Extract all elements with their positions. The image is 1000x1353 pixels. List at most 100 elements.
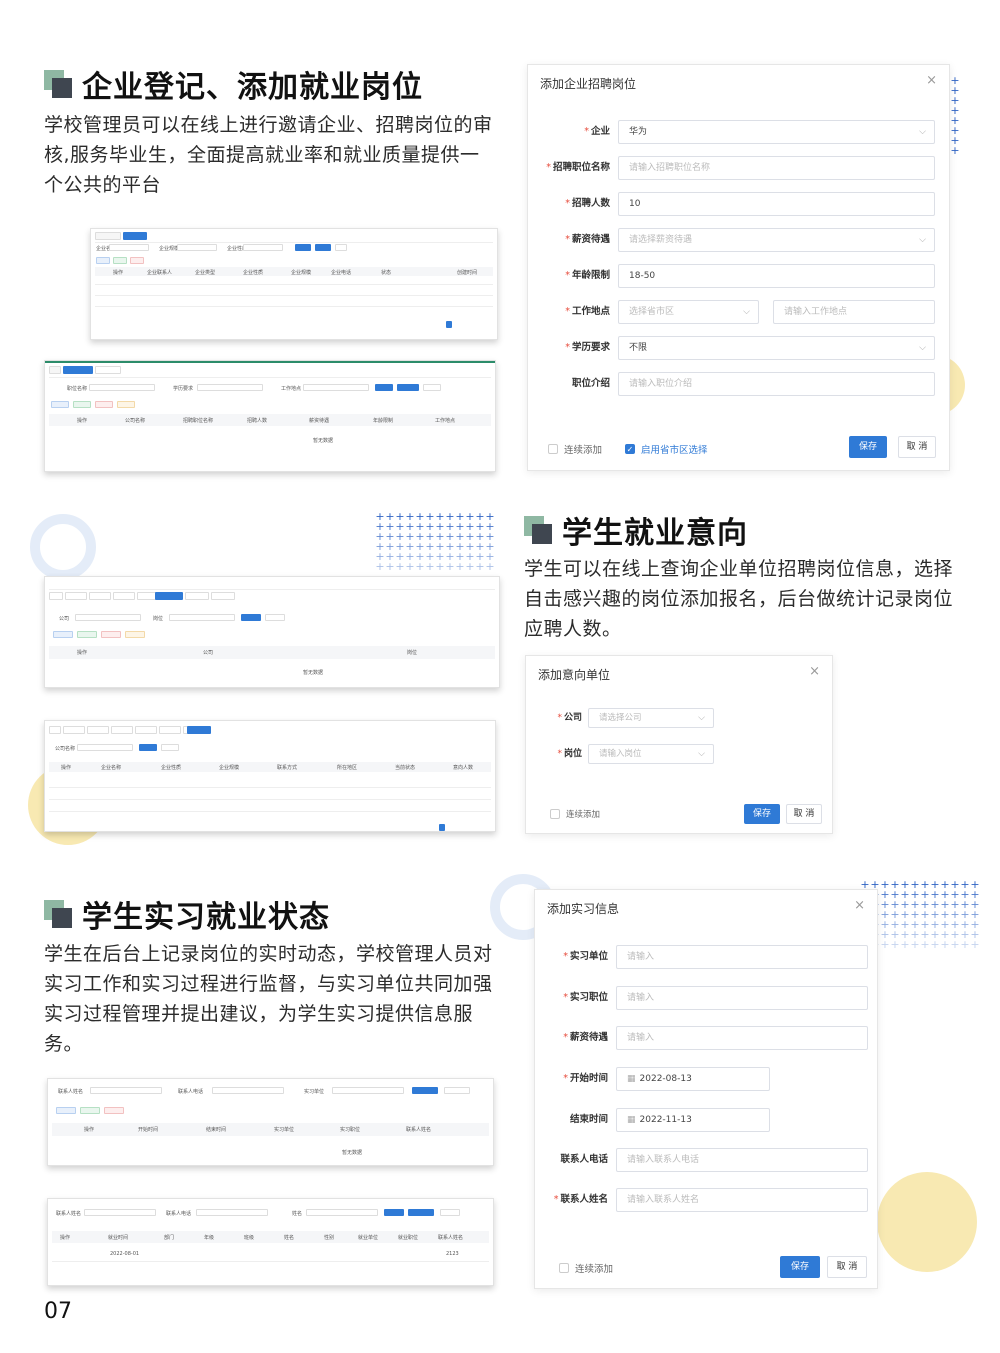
mini-header: 公司名称 — [125, 418, 146, 424]
mini-label: 公司名称 — [55, 746, 76, 752]
mini-cell: 2123 — [446, 1251, 459, 1257]
form-row: * 公司 请选择公司 ⌵ — [526, 708, 832, 728]
mini-header: 开始时间 — [138, 1127, 159, 1133]
plus-icon: + — [950, 144, 960, 157]
plus-icon: + — [930, 938, 940, 951]
mini-header: 实习单位 — [274, 1127, 295, 1133]
close-icon[interactable]: × — [854, 898, 865, 913]
mini-label: 工作地点 — [281, 386, 302, 392]
continuous-add-checkbox[interactable]: 连续添加 — [559, 1261, 613, 1275]
calendar-icon: ▦ — [627, 1115, 636, 1125]
mini-label: 联系人电话 — [166, 1211, 192, 1217]
required-mark: * — [557, 713, 562, 723]
mini-header: 企业规模 — [291, 270, 312, 276]
input-field[interactable]: 请输入工作地点 — [773, 300, 935, 324]
required-mark: * — [584, 126, 589, 137]
chevron-down-icon: ⌵ — [743, 307, 750, 317]
screenshot-employment-list: 联系人姓名 联系人电话 姓名 操作 就业时间 部门 年级 班级 姓名 性别 就业… — [47, 1198, 494, 1286]
input-field[interactable]: 10 — [618, 192, 935, 216]
mini-header: 操作 — [77, 650, 88, 656]
mini-header: 就业职位 — [398, 1235, 419, 1241]
mini-empty-text: 暂无数据 — [342, 1150, 363, 1156]
field-label: * 岗位 — [526, 744, 582, 764]
input-field[interactable]: 18-50 — [618, 264, 935, 288]
mini-header: 企业名称 — [101, 765, 122, 771]
cancel-button[interactable]: 取 消 — [827, 1256, 867, 1278]
input-field[interactable]: 请输入联系人姓名 — [616, 1188, 868, 1212]
field-label-text: 薪资待遇 — [571, 234, 610, 245]
plus-icon: + — [465, 560, 475, 573]
dialog-add-job-post: 添加企业招聘岗位 × * 企业 华为 ⌵ * 招聘职位名称 请输入招聘职位名称 * 招聘人数 10… — [527, 64, 950, 471]
cancel-button[interactable]: 取 消 — [786, 804, 822, 824]
mini-label: 姓名 — [292, 1211, 303, 1217]
form-row: * 实习职位 请输入 — [535, 986, 877, 1010]
field-label: * 招聘职位名称 — [528, 156, 610, 180]
input-field[interactable]: 请输入招聘职位名称 — [618, 156, 935, 180]
close-icon[interactable]: × — [926, 73, 937, 88]
plus-icon: + — [910, 938, 920, 951]
field-label-text: 联系人姓名 — [560, 1194, 608, 1205]
mini-header: 企业电话 — [331, 270, 352, 276]
mini-header: 操作 — [113, 270, 124, 276]
save-button[interactable]: 保存 — [780, 1256, 820, 1278]
save-button[interactable]: 保存 — [744, 804, 780, 824]
input-field[interactable]: 请输入 — [616, 945, 868, 969]
required-mark: * — [565, 234, 570, 245]
checkbox-checked-icon: ✓ — [625, 444, 635, 454]
select-field[interactable]: 请选择薪资待遇 ⌵ — [618, 228, 935, 252]
date-field[interactable]: ▦ 2022-08-13 — [616, 1067, 770, 1091]
close-icon[interactable]: × — [809, 664, 820, 679]
form-row: 职位介绍 请输入职位介绍 — [528, 372, 949, 396]
mini-header: 所在地区 — [337, 765, 358, 771]
input-field[interactable]: 请输入 — [616, 986, 868, 1010]
form-row: * 企业 华为 ⌵ — [528, 120, 949, 144]
select-field[interactable]: 选择省市区 ⌵ — [618, 300, 759, 324]
save-button[interactable]: 保存 — [849, 436, 887, 458]
mini-header: 招聘职位名称 — [183, 418, 214, 424]
form-row: * 学历要求 不限 ⌵ — [528, 336, 949, 360]
screenshot-job-posts: 职位名称 学历要求 工作地点 操作 公司名称 招聘职位名称 招聘人数 薪资待遇 … — [44, 360, 496, 472]
mini-header: 就业时间 — [108, 1235, 129, 1241]
calendar-icon: ▦ — [627, 1074, 636, 1084]
mini-header: 创建时间 — [457, 270, 478, 276]
input-field[interactable]: 请输入联系人电话 — [616, 1148, 868, 1172]
mini-label: 实习单位 — [304, 1089, 325, 1095]
field-label: 联系人电话 — [535, 1148, 608, 1172]
required-mark: * — [565, 198, 570, 209]
mini-empty-text: 暂无数据 — [303, 670, 324, 676]
cancel-button[interactable]: 取 消 — [898, 436, 936, 458]
plus-icon: + — [425, 560, 435, 573]
field-placeholder: 请输入联系人电话 — [627, 1155, 700, 1165]
plus-icon: + — [475, 560, 485, 573]
mini-header: 当前状态 — [395, 765, 416, 771]
date-field[interactable]: ▦ 2022-11-13 — [616, 1108, 770, 1132]
field-label-text: 实习单位 — [569, 951, 608, 962]
plus-icon: + — [880, 938, 890, 951]
mini-header: 部门 — [164, 1235, 175, 1241]
select-field[interactable]: 华为 ⌵ — [618, 120, 935, 144]
field-label-text: 工作地点 — [571, 306, 610, 317]
input-field[interactable]: 请选择公司 ⌵ — [588, 708, 714, 728]
input-field[interactable]: 请输入职位介绍 — [618, 372, 935, 396]
page-number: 07 — [44, 1299, 72, 1324]
field-label-text: 薪资待遇 — [569, 1032, 608, 1043]
dialog-title: 添加意向单位 — [538, 668, 611, 682]
field-value: 2022-08-13 — [639, 1074, 692, 1084]
section-heading: 学生实习就业状态 — [82, 900, 330, 935]
continuous-add-checkbox[interactable]: 连续添加 — [548, 442, 602, 456]
section-title-intention: 学生就业意向 — [524, 508, 748, 552]
section-title-internship: 学生实习就业状态 — [44, 892, 330, 936]
field-label-text: 职位介绍 — [571, 378, 610, 389]
input-field[interactable]: 请输入岗位 ⌵ — [588, 744, 714, 764]
section-icon — [44, 70, 72, 98]
continuous-add-checkbox[interactable]: 连续添加 — [550, 808, 600, 820]
field-placeholder: 请输入岗位 — [599, 749, 642, 759]
mini-header: 招聘人数 — [247, 418, 268, 424]
section-title-enterprise: 企业登记、添加就业岗位 — [44, 62, 423, 106]
field-label: * 实习职位 — [535, 986, 608, 1010]
field-placeholder: 请选择公司 — [599, 713, 642, 723]
input-field[interactable]: 请输入 — [616, 1026, 868, 1050]
enable-region-checkbox[interactable]: ✓ 启用省市区选择 — [625, 442, 708, 456]
select-field[interactable]: 不限 ⌵ — [618, 336, 935, 360]
mini-header: 操作 — [61, 765, 72, 771]
